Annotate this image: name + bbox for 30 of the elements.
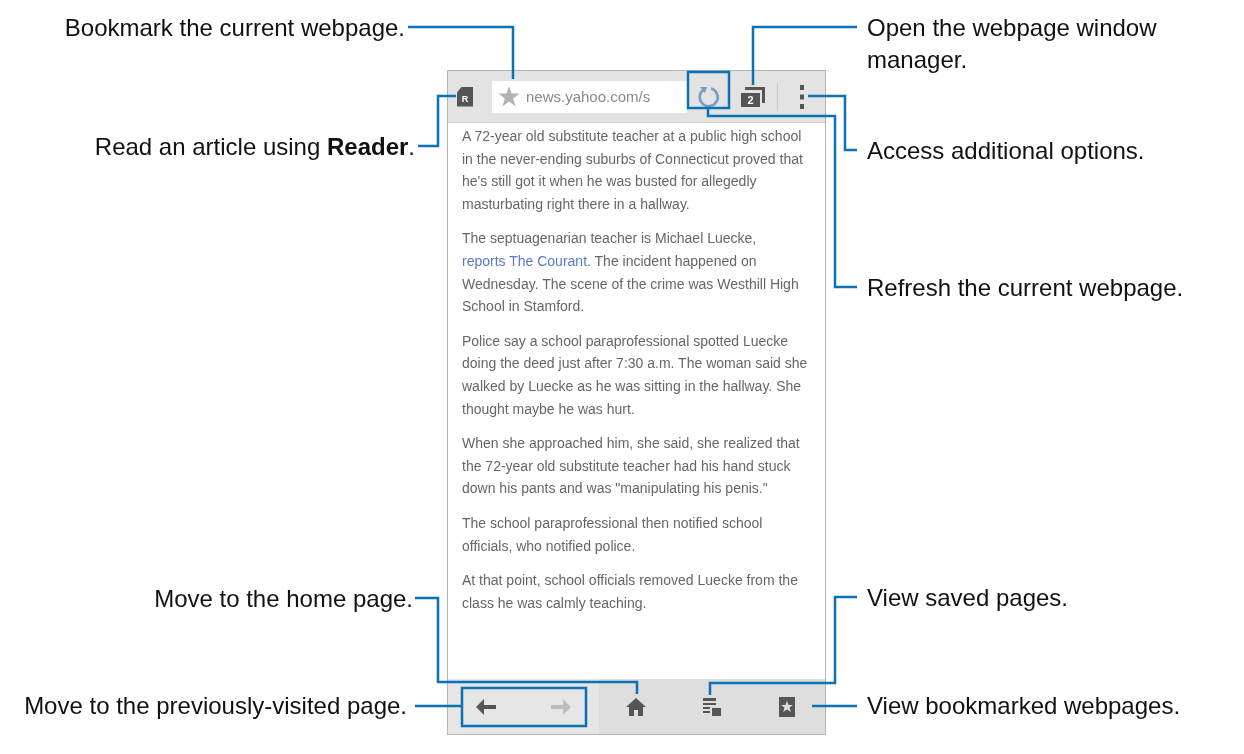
bookmark-star-icon [779, 696, 796, 717]
article-paragraph: Police say a school paraprofessional spotted Luecke doing the deed just after 7:30 a.m. The woman said she walked by Luecke as he was sitting in the hallway. She thought maybe he was hurt. [462, 331, 809, 419]
leader-line [812, 704, 857, 708]
callout-label: Bookmark the current webpage. [63, 13, 405, 43]
article-paragraph: The school paraprofessional then notified school officials, who notified police. [462, 513, 764, 556]
callout-label: Refresh the current webpage. [867, 273, 1185, 303]
article-paragraph: When she approached him, she said, she realized that the 72-year old substitute teacher had his hand stuck down his pants and was "manipulating his penis." [462, 434, 801, 499]
reader-button[interactable]: R [457, 86, 473, 107]
callout-label: Access additional options. [867, 136, 1146, 166]
callout-label: Move to the previously-visited page. [23, 691, 407, 721]
leader-line [415, 704, 461, 708]
highlight-frame [686, 70, 731, 110]
back-arrow-icon [474, 697, 497, 716]
callout-label: View bookmarked webpages. [867, 691, 1182, 721]
forward-arrow-icon [550, 697, 573, 716]
callout-label: View saved pages. [867, 583, 1070, 613]
article-paragraph: At that point, school officials removed Luecke from the class he was calmly teaching. [462, 571, 799, 613]
callout-label: Read an article using Reader. [93, 132, 415, 162]
leader-line [418, 94, 456, 148]
callout-label: Open the webpage window manager. [867, 13, 1158, 75]
article-paragraph: A 72-year old substitute teacher at a public high school in the never-ending suburbs of Connecticut proved that he's still got it when he was busted for allegedly masturbating right there in a hallway. [462, 127, 804, 214]
url-text: news.yahoo.com/s [526, 88, 651, 105]
home-icon [625, 696, 648, 717]
callout-label: Move to the home page. [153, 584, 413, 614]
article-paragraph: The septuagenarian teacher is Michael Luecke, reports The Courant. The incident happened on Wednesday. The scene of the crime was Westhill High School in Stamford. [462, 229, 800, 317]
saved-pages-icon [701, 696, 722, 717]
address-field[interactable]: news.yahoo.com/s [492, 80, 687, 113]
more-options-icon[interactable] [799, 84, 805, 109]
refresh-icon[interactable] [696, 84, 720, 109]
star-icon[interactable] [498, 86, 520, 107]
